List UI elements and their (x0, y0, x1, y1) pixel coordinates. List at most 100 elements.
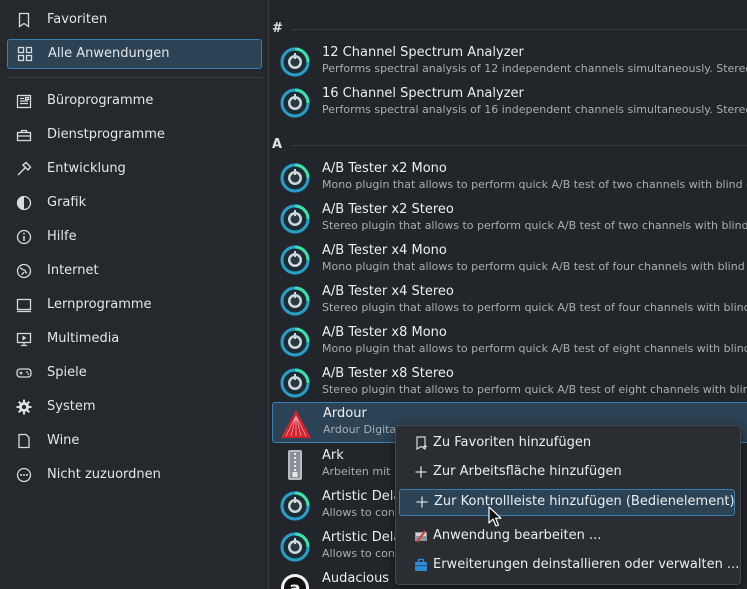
app-description: Mono plugin that allows to perform quick… (322, 342, 747, 355)
sidebar-item-label: Hilfe (47, 229, 77, 244)
lsp-plugin-icon (278, 202, 312, 236)
app-name: Artistic Dela (322, 489, 402, 504)
sidebar-item-label: System (47, 399, 96, 414)
sidebar-item-office[interactable]: Büroprogramme (7, 87, 262, 115)
section-divider (291, 29, 747, 30)
list-item[interactable]: A/B Tester x4 Stereo Stereo plugin that … (272, 280, 747, 321)
app-description: Allows to cons (322, 506, 401, 519)
app-description: Arbeiten mit D (322, 465, 403, 478)
list-item[interactable]: A/B Tester x4 Mono Mono plugin that allo… (272, 239, 747, 280)
menu-item-label: Zur Arbeitsfläche hinzufügen (433, 464, 622, 479)
app-name: Ark (322, 448, 344, 463)
office-icon (16, 94, 32, 109)
app-description: Stereo plugin that allows to perform qui… (322, 219, 747, 232)
app-name: A/B Tester x4 Stereo (322, 284, 454, 299)
app-description: Stereo plugin that allows to perform qui… (322, 383, 747, 396)
plus-icon (416, 496, 428, 508)
sidebar-item-label: Alle Anwendungen (48, 46, 170, 61)
lsp-plugin-icon (278, 325, 312, 359)
list-item[interactable]: 16 Channel Spectrum Analyzer Performs sp… (272, 82, 747, 123)
sidebar-item-graphics[interactable]: Grafik (7, 189, 262, 217)
hammer-icon (17, 161, 32, 176)
sidebar-item-games[interactable]: Spiele (7, 359, 262, 387)
list-item[interactable]: A/B Tester x8 Stereo Stereo plugin that … (272, 362, 747, 403)
audacious-icon: a (281, 574, 309, 589)
menu-item-label: Zu Favoriten hinzufügen (433, 435, 592, 450)
sidebar-item-multimedia[interactable]: Multimedia (7, 325, 262, 353)
sidebar-item-label: Dienstprogramme (47, 127, 165, 142)
info-icon (16, 229, 32, 245)
app-description: Stereo plugin that allows to perform qui… (322, 301, 747, 314)
sidebar-item-education[interactable]: Lernprogramme (7, 291, 262, 319)
gamepad-icon (16, 368, 32, 378)
sidebar-item-all-applications[interactable]: Alle Anwendungen (7, 39, 262, 69)
menu-item-label: Anwendung bearbeiten ... (433, 528, 602, 543)
sidebar-item-label: Lernprogramme (47, 297, 152, 312)
lsp-plugin-icon (278, 284, 312, 318)
lsp-plugin-icon (278, 243, 312, 277)
ark-icon (288, 450, 302, 480)
menu-item-add-to-desktop[interactable]: Zur Arbeitsfläche hinzufügen (399, 459, 735, 486)
app-description: Ardour Digital (323, 423, 400, 436)
app-name: A/B Tester x4 Mono (322, 243, 447, 258)
section-divider (291, 145, 747, 146)
sidebar-item-system[interactable]: System (7, 393, 262, 421)
app-description: Performs spectral analysis of 12 indepen… (322, 62, 747, 75)
sidebar-item-help[interactable]: Hilfe (7, 223, 262, 251)
app-name: A/B Tester x8 Mono (322, 325, 447, 340)
list-item[interactable]: A/B Tester x2 Mono Mono plugin that allo… (272, 157, 747, 198)
toolbox-icon (16, 129, 32, 142)
mouse-cursor-icon (488, 506, 502, 527)
context-menu: Zu Favoriten hinzufügen Zur Arbeitsfläch… (395, 425, 741, 585)
lsp-plugin-icon (278, 530, 312, 564)
lsp-plugin-icon (278, 366, 312, 400)
sidebar-item-label: Wine (47, 433, 80, 448)
lsp-plugin-icon (278, 45, 312, 79)
edit-application-icon (415, 530, 427, 543)
sidebar-item-label: Favoriten (47, 12, 108, 27)
sidebar-item-label: Grafik (47, 195, 87, 210)
list-item[interactable]: A/B Tester x8 Mono Mono plugin that allo… (272, 321, 747, 362)
app-name: A/B Tester x8 Stereo (322, 366, 454, 381)
section-header: A (272, 137, 283, 152)
sidebar-item-label: Spiele (47, 365, 87, 380)
sidebar-item-wine[interactable]: Wine (7, 427, 262, 455)
graphics-icon (16, 195, 32, 211)
sidebar-item-utilities[interactable]: Dienstprogramme (7, 121, 262, 149)
app-description: Performs spectral analysis of 16 indepen… (322, 103, 747, 116)
plus-icon (415, 466, 427, 478)
sidebar-item-internet[interactable]: Internet (7, 257, 262, 285)
menu-item-label: Zur Kontrollleiste hinzufügen (Bedienele… (434, 494, 735, 509)
list-item[interactable]: A/B Tester x2 Stereo Stereo plugin that … (272, 198, 747, 239)
sidebar-divider (7, 77, 262, 78)
gear-icon (16, 399, 32, 415)
grid-icon (17, 46, 33, 62)
app-description: Allows to cons (322, 547, 401, 560)
sidebar-item-label: Entwicklung (47, 161, 126, 176)
ardour-icon (281, 410, 311, 438)
app-description: Mono plugin that allows to perform quick… (322, 260, 747, 273)
sidebar-item-development[interactable]: Entwicklung (7, 155, 262, 183)
menu-item-manage-extensions[interactable]: Erweiterungen deinstallieren oder verwal… (399, 552, 739, 579)
app-name: 12 Channel Spectrum Analyzer (322, 45, 524, 60)
sidebar-item-uncategorized[interactable]: Nicht zuzuordnen (7, 461, 262, 489)
more-icon (16, 467, 32, 483)
app-name: Audacious (322, 571, 390, 586)
section-header: # (272, 21, 283, 36)
menu-item-add-to-favorites[interactable]: Zu Favoriten hinzufügen (399, 430, 735, 457)
svg-text:a: a (289, 579, 300, 589)
lsp-plugin-icon (278, 161, 312, 195)
app-name: A/B Tester x2 Mono (322, 161, 447, 176)
sidebar-item-label: Nicht zuzuordnen (47, 467, 161, 482)
category-sidebar: Favoriten Alle Anwendungen Büroprogramme… (0, 0, 269, 589)
list-item[interactable]: 12 Channel Spectrum Analyzer Performs sp… (272, 41, 747, 82)
sidebar-item-favorites[interactable]: Favoriten (7, 6, 262, 34)
sidebar-item-label: Büroprogramme (47, 93, 154, 108)
menu-item-add-to-panel[interactable]: Zur Kontrollleiste hinzufügen (Bedienele… (399, 489, 735, 516)
bookmark-icon (18, 12, 30, 28)
bookmark-icon (416, 436, 427, 450)
sidebar-item-label: Internet (47, 263, 99, 278)
app-name: 16 Channel Spectrum Analyzer (322, 86, 524, 101)
menu-item-edit-application[interactable]: Anwendung bearbeiten ... (399, 523, 735, 550)
lsp-plugin-icon (278, 489, 312, 523)
